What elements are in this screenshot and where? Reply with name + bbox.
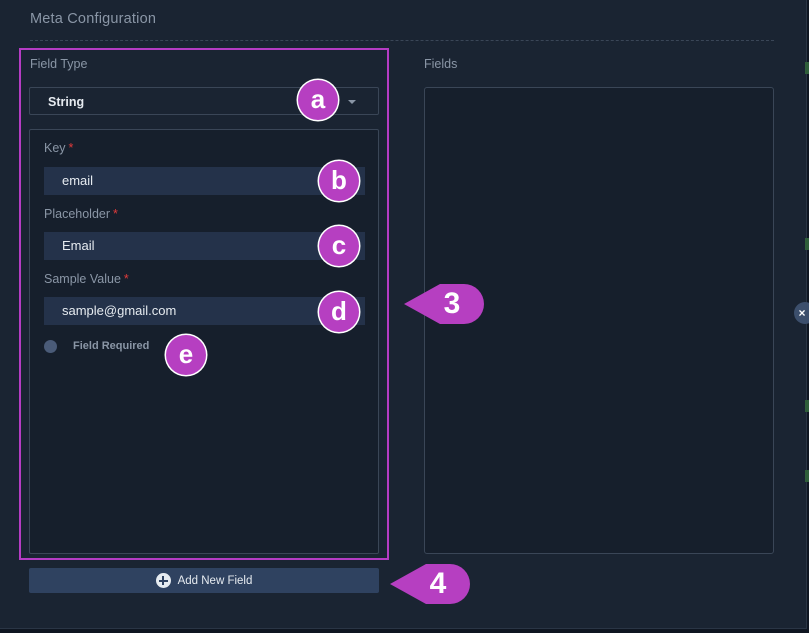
edge-mark xyxy=(805,238,809,250)
annotation-badge-b: b xyxy=(319,161,359,201)
sample-value-input[interactable]: sample@gmail.com xyxy=(44,297,365,325)
annotation-badge-d: d xyxy=(319,292,359,332)
required-marker: * xyxy=(113,207,118,221)
edge-mark xyxy=(805,400,809,412)
add-new-field-label: Add New Field xyxy=(177,574,253,587)
annotation-arrow-3: 3 xyxy=(392,280,488,328)
annotation-arrow-4: 4 xyxy=(378,560,474,608)
field-type-label: Field Type xyxy=(30,57,88,71)
annotation-number-4: 4 xyxy=(429,567,447,600)
chevron-down-icon xyxy=(348,100,356,104)
required-marker: * xyxy=(123,272,129,286)
annotation-number-3: 3 xyxy=(443,287,461,320)
field-required-toggle[interactable] xyxy=(44,340,57,353)
key-label: Key * xyxy=(44,141,73,155)
field-required-label: Field Required xyxy=(73,340,150,352)
edge-mark xyxy=(805,62,809,74)
key-label-text: Key xyxy=(44,141,66,155)
close-icon[interactable]: × xyxy=(794,302,809,324)
panel-title: Meta Configuration xyxy=(30,11,157,27)
field-type-selected-value: String xyxy=(48,95,85,109)
fields-label: Fields xyxy=(424,57,458,71)
plus-circle-icon xyxy=(155,573,171,588)
annotation-badge-e: e xyxy=(166,335,206,375)
add-new-field-button[interactable]: Add New Field xyxy=(29,568,379,593)
edge-mark xyxy=(805,470,809,482)
placeholder-label-text: Placeholder xyxy=(44,207,111,221)
sample-value-label-text: Sample Value xyxy=(44,272,121,286)
title-divider xyxy=(30,40,774,41)
placeholder-label: Placeholder * xyxy=(44,207,118,221)
annotation-badge-a: a xyxy=(298,80,338,120)
placeholder-input[interactable]: Email xyxy=(44,232,365,260)
sample-value-label: Sample Value * xyxy=(44,272,129,286)
required-marker: * xyxy=(68,141,74,155)
key-input[interactable]: email xyxy=(44,167,365,195)
annotation-badge-c: c xyxy=(319,226,359,266)
